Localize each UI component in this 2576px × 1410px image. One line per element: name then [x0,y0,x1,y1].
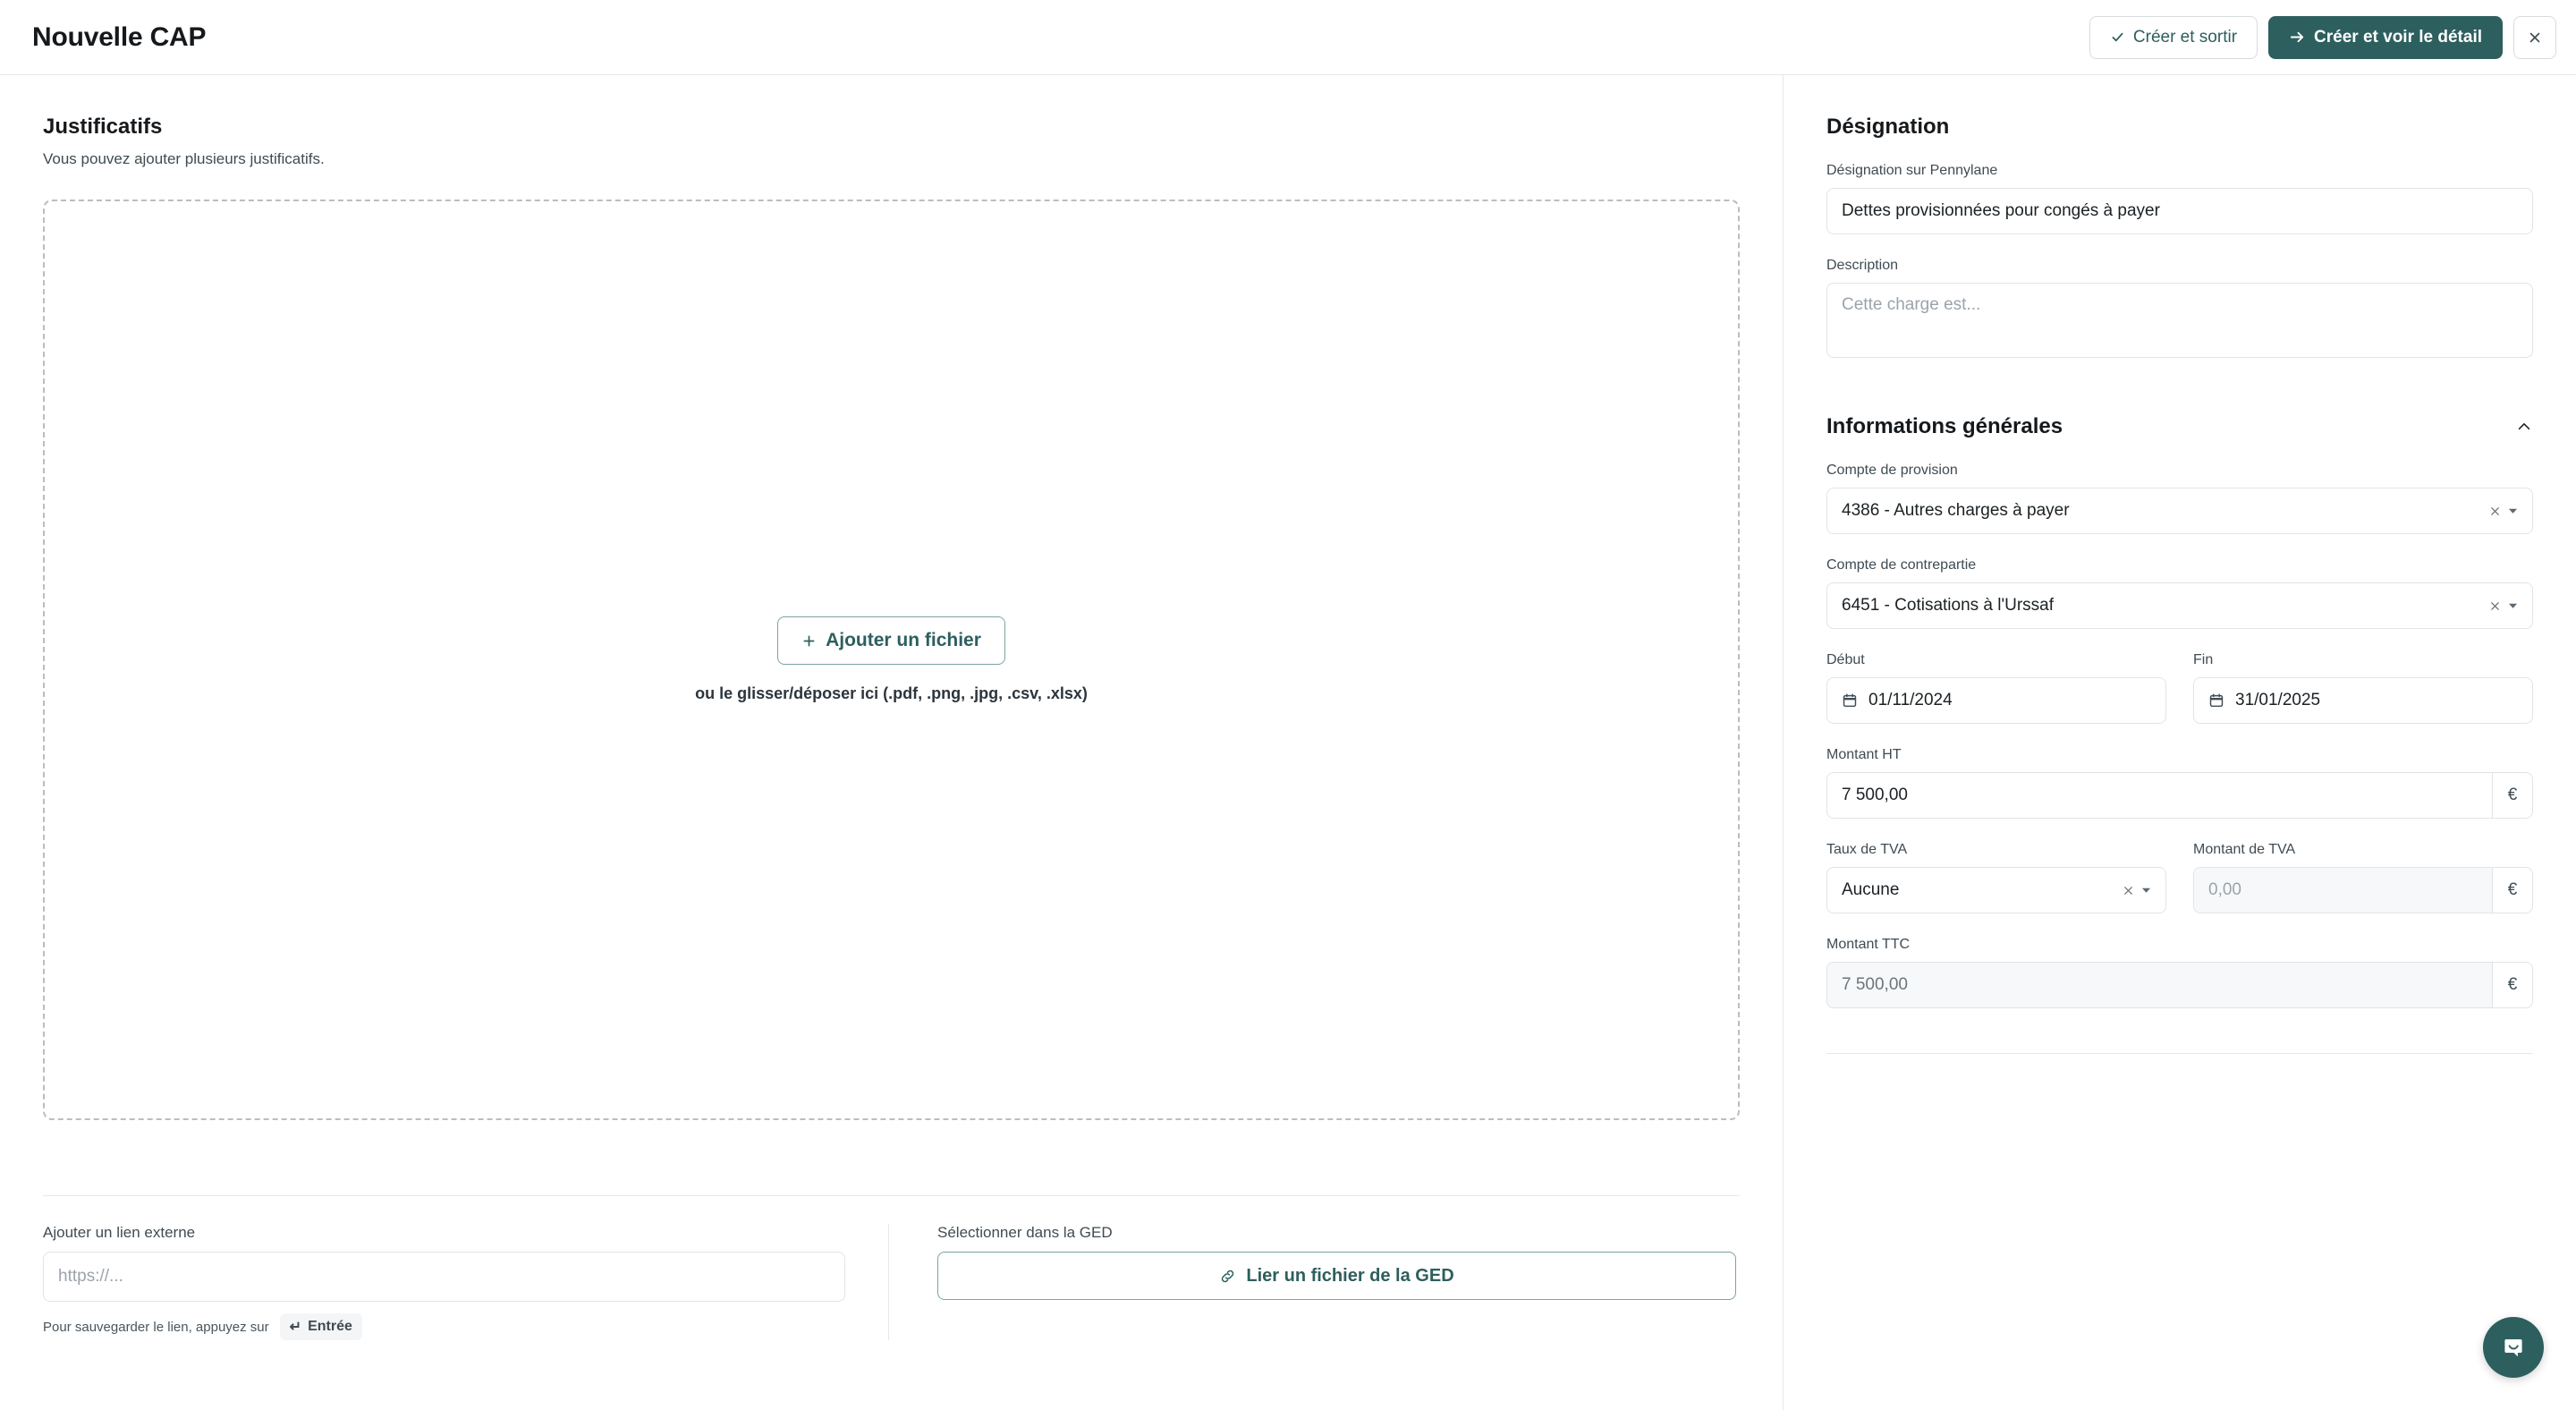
enter-key-chip: ↵ Entrée [279,1313,362,1340]
link-ged-file-button[interactable]: Lier un fichier de la GED [937,1252,1736,1300]
euro-icon: € [2492,867,2533,913]
start-date-label: Début [1826,652,1865,667]
amount-ht-input[interactable] [1826,772,2492,819]
vat-rate-clear-icon[interactable] [2115,884,2141,897]
main-content: Justificatifs Vous pouvez ajouter plusie… [0,75,2576,1410]
vat-rate-field: Taux de TVA Aucune [1826,842,2166,913]
start-date-field: Début 01/11/2024 [1826,652,2166,724]
counterpart-account-clear-icon[interactable] [2482,599,2508,613]
attachments-subtitle: Vous pouvez ajouter plusieurs justificat… [43,150,325,167]
provision-account-value: 4386 - Autres charges à payer [1842,501,2070,520]
create-and-view-detail-label: Créer et voir le détail [2314,27,2482,47]
vat-amount-group: € [2193,867,2533,913]
end-date-field: Fin 31/01/2025 [2193,652,2533,724]
amount-ht-group: € [1826,772,2533,819]
provision-account-clear-icon[interactable] [2482,505,2508,518]
external-link-label: Ajouter un lien externe [43,1224,196,1241]
attachments-pane: Justificatifs Vous pouvez ajouter plusie… [0,75,1784,1410]
chat-launcher-button[interactable] [2483,1317,2544,1378]
link-icon [1219,1268,1236,1285]
amount-ttc-input [1826,962,2492,1008]
details-pane: Désignation Désignation sur Pennylane De… [1784,75,2576,1410]
general-info-accordion-header[interactable]: Informations générales [1826,414,2533,439]
end-date-label: Fin [2193,652,2214,667]
description-field: Description [1826,258,2533,362]
add-file-button[interactable]: Ajouter un fichier [777,616,1005,665]
euro-icon: € [2492,962,2533,1008]
amount-ttc-field: Montant TTC € [1826,937,2533,1008]
calendar-icon [2208,692,2224,709]
amount-ttc-label: Montant TTC [1826,937,1911,952]
provision-account-field: Compte de provision 4386 - Autres charge… [1826,463,2533,534]
designation-field: Désignation sur Pennylane [1826,163,2533,234]
vat-amount-input[interactable] [2193,867,2492,913]
designation-input[interactable] [1826,188,2533,234]
ged-label: Sélectionner dans la GED [937,1224,1113,1241]
start-date-value: 01/11/2024 [1868,691,1953,709]
header-actions: Créer et sortir Créer et voir le détail [2089,15,2556,59]
top-bar: Nouvelle CAP Créer et sortir Créer et vo… [0,0,2576,75]
enter-key-icon: ↵ [289,1320,302,1335]
provision-account-label: Compte de provision [1826,463,1958,478]
close-button[interactable] [2513,15,2556,59]
chevron-up-icon[interactable] [2515,418,2533,436]
end-date-input[interactable]: 31/01/2025 [2193,677,2533,724]
close-icon [2527,30,2543,46]
description-label: Description [1826,258,1899,273]
vat-row: Taux de TVA Aucune Montant de TVA € [1826,842,2533,913]
external-link-hint: Pour sauvegarder le lien, appuyez sur ↵ … [43,1313,845,1340]
amount-ttc-group: € [1826,962,2533,1008]
link-ged-file-label: Lier un fichier de la GED [1246,1265,1454,1286]
ged-section: Sélectionner dans la GED Lier un fichier… [888,1224,1736,1340]
right-divider [1826,1053,2533,1054]
vat-rate-value: Aucune [1842,880,1900,899]
external-link-input[interactable] [43,1252,845,1302]
counterpart-account-label: Compte de contrepartie [1826,557,1977,573]
enter-key-label: Entrée [308,1319,352,1334]
vat-rate-caret-icon[interactable] [2141,887,2155,894]
page-title: Nouvelle CAP [32,21,207,52]
amount-ht-label: Montant HT [1826,747,1902,762]
end-date-value: 31/01/2025 [2235,691,2321,709]
chat-bubble-icon [2499,1333,2528,1362]
vat-amount-label: Montant de TVA [2193,842,2296,857]
attachments-title: Justificatifs [43,115,163,139]
general-info-title: Informations générales [1826,414,2063,438]
arrow-right-icon [2289,29,2306,46]
check-icon [2110,30,2125,45]
counterpart-account-select[interactable]: 6451 - Cotisations à l'Urssaf [1826,582,2533,629]
designation-title: Désignation [1826,115,1950,139]
attachment-alternatives: Ajouter un lien externe Pour sauvegarder… [43,1224,1740,1340]
file-dropzone[interactable]: Ajouter un fichier ou le glisser/déposer… [43,200,1740,1120]
plus-icon [801,633,817,649]
add-file-label: Ajouter un fichier [826,630,981,650]
description-textarea[interactable] [1826,283,2533,358]
provision-account-select[interactable]: 4386 - Autres charges à payer [1826,488,2533,534]
counterpart-account-value: 6451 - Cotisations à l'Urssaf [1842,596,2055,615]
counterpart-account-field: Compte de contrepartie 6451 - Cotisation… [1826,557,2533,629]
period-row: Début 01/11/2024 Fin 31/01/2025 [1826,652,2533,724]
vat-rate-label: Taux de TVA [1826,842,1908,857]
amount-ht-field: Montant HT € [1826,747,2533,819]
left-divider [43,1195,1740,1196]
vat-amount-field: Montant de TVA € [2193,842,2533,913]
counterpart-account-caret-icon[interactable] [2508,602,2521,609]
provision-account-caret-icon[interactable] [2508,507,2521,514]
external-link-hint-text: Pour sauvegarder le lien, appuyez sur [43,1319,269,1335]
external-link-section: Ajouter un lien externe Pour sauvegarder… [43,1224,888,1340]
start-date-input[interactable]: 01/11/2024 [1826,677,2166,724]
vat-rate-select[interactable]: Aucune [1826,867,2166,913]
calendar-icon [1842,692,1858,709]
dropzone-hint: ou le glisser/déposer ici (.pdf, .png, .… [695,684,1088,702]
create-and-exit-label: Créer et sortir [2132,27,2238,47]
create-and-exit-button[interactable]: Créer et sortir [2089,15,2258,59]
euro-icon: € [2492,772,2533,819]
designation-label: Désignation sur Pennylane [1826,163,1998,178]
create-and-view-detail-button[interactable]: Créer et voir le détail [2268,15,2503,59]
